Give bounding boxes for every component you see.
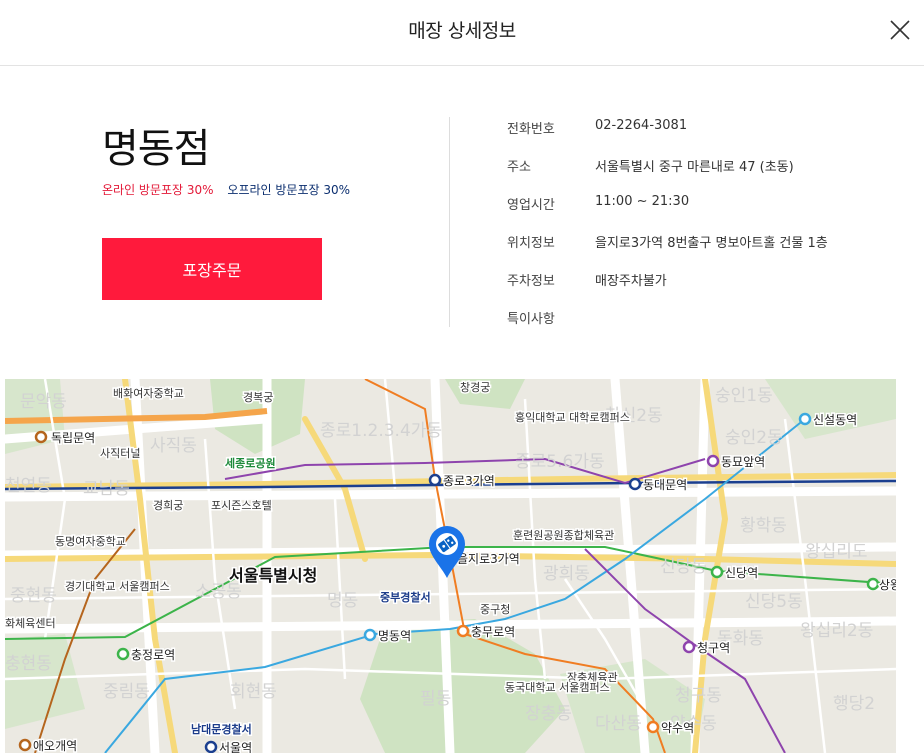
district-label: 회현동 — [230, 682, 277, 702]
district-label: 장충동 — [525, 704, 572, 724]
district-label: 문악동 — [20, 392, 67, 412]
station-dot — [34, 430, 48, 444]
station-dot — [866, 577, 880, 591]
district-label: 청구동 — [675, 686, 722, 706]
promo-offline: 오프라인 방문포장 30% — [227, 183, 351, 197]
vertical-divider — [449, 117, 450, 327]
close-icon — [890, 20, 910, 40]
poi-label: 경희궁 — [153, 499, 183, 512]
info-label: 위치정보 — [507, 236, 555, 251]
station-dot — [428, 473, 442, 487]
district-label: 왕십리2동 — [800, 621, 873, 641]
station-dot — [204, 740, 218, 753]
info-label: 특이사항 — [507, 312, 555, 327]
info-value: 을지로3가역 8번출구 명보아트홀 건물 1층 — [595, 236, 828, 251]
poi-label: 동명여자중학교 — [55, 535, 126, 548]
district-label: 중림동 — [103, 682, 150, 702]
info-value: 매장주차불가 — [595, 274, 667, 289]
poi-label: 배화여자중학교 — [113, 387, 184, 400]
district-label: 소공동 — [195, 582, 242, 602]
poi-label: 중부경찰서 — [380, 590, 431, 604]
station-label: 을지로3가역 — [457, 552, 520, 566]
poi-label: 화체육센터 — [5, 617, 56, 630]
station-label: 충무로역 — [471, 625, 515, 639]
info-label: 전화번호 — [507, 122, 555, 137]
station-label: 신설동역 — [813, 413, 857, 427]
station-dot — [116, 647, 130, 661]
station-label: 애오개역 — [33, 739, 77, 753]
poi-label: 동국대학교 서울캠퍼스 — [505, 681, 610, 694]
station-dot — [18, 738, 32, 752]
modal-header: 매장 상세정보 — [0, 0, 924, 66]
poi-label: 훈련원공원종합체육관 — [513, 529, 614, 542]
station-dot — [363, 628, 377, 642]
map-canvas[interactable]: 문악동 사직동 종로1.2.3.4가동 창신2동 숭인1동 숭인2동 종로5.6… — [5, 379, 896, 753]
station-dot — [798, 412, 812, 426]
station-dot — [710, 565, 724, 579]
modal-title: 매장 상세정보 — [408, 20, 516, 42]
district-label: 숭인1동 — [715, 386, 773, 406]
info-label: 주차정보 — [507, 274, 555, 289]
info-label: 주소 — [507, 160, 531, 175]
info-value: 서울특별시 중구 마른내로 47 (초동) — [595, 160, 794, 175]
station-dot — [646, 720, 660, 734]
station-label: 동대문역 — [643, 478, 687, 492]
poi-label: 경복궁 — [243, 391, 273, 404]
station-dot — [456, 624, 470, 638]
district-label: 신당5동 — [745, 592, 803, 612]
station-label: 독립문역 — [51, 431, 95, 445]
station-label: 약수역 — [661, 720, 694, 735]
city-hall-label: 서울특별시청 — [229, 566, 317, 585]
promo-online: 온라인 방문포장 30% — [102, 183, 214, 197]
station-dot — [706, 454, 720, 468]
info-value: 11:00 ~ 21:30 — [595, 194, 690, 209]
district-label: 명동 — [327, 591, 358, 611]
info-label: 영업시간 — [507, 198, 555, 213]
district-label: 천연동 — [5, 476, 52, 496]
district-label: 행당2 — [833, 694, 875, 714]
poi-label: 사직터널 — [100, 447, 140, 460]
poi-label: 포시즌스호텔 — [211, 499, 272, 512]
district-label: 교남동 — [83, 479, 130, 499]
takeout-order-button[interactable]: 포장주문 — [102, 238, 322, 300]
station-dot — [628, 477, 642, 491]
poi-label: 중구청 — [480, 603, 510, 616]
station-label: 청구역 — [697, 641, 730, 655]
poi-label: 남대문경찰서 — [191, 722, 252, 736]
station-label: 신당역 — [725, 566, 758, 580]
district-label: 광희동 — [543, 564, 590, 584]
promo-line: 온라인 방문포장 30% 오프라인 방문포장 30% — [102, 181, 350, 198]
station-label: 종로3가역 — [443, 474, 495, 488]
poi-label: 홍익대학교 대학로캠퍼스 — [515, 410, 630, 424]
district-label: 종로1.2.3.4가동 — [320, 421, 442, 441]
close-button[interactable] — [888, 18, 912, 42]
district-label: 충현동 — [5, 654, 52, 674]
district-label: 필동 — [420, 689, 451, 709]
poi-label: 세종로공원 — [225, 456, 276, 470]
poi-label: 경기대학교 서울캠퍼스 — [65, 580, 170, 593]
station-label: 서울역 — [219, 741, 252, 753]
poi-label: 창경궁 — [460, 381, 490, 394]
district-label: 왕십리도 — [805, 542, 868, 562]
station-dot — [682, 640, 696, 654]
district-label: 사직동 — [150, 436, 197, 456]
district-label: 중현동 — [10, 586, 57, 606]
station-label: 상왕 — [879, 578, 896, 592]
info-value: 02-2264-3081 — [595, 118, 688, 133]
store-map[interactable]: 문악동 사직동 종로1.2.3.4가동 창신2동 숭인1동 숭인2동 종로5.6… — [5, 379, 896, 753]
district-label: 신당동 — [660, 557, 707, 577]
district-label: 다산동 — [595, 714, 642, 734]
store-name: 명동점 — [102, 126, 210, 172]
district-label: 황학동 — [740, 516, 787, 536]
station-label: 명동역 — [378, 629, 411, 643]
station-label: 동묘앞역 — [721, 455, 765, 469]
district-label: 숭인2동 — [725, 428, 783, 448]
district-label: 종로5.6가동 — [515, 452, 605, 472]
station-label: 충정로역 — [131, 648, 175, 662]
